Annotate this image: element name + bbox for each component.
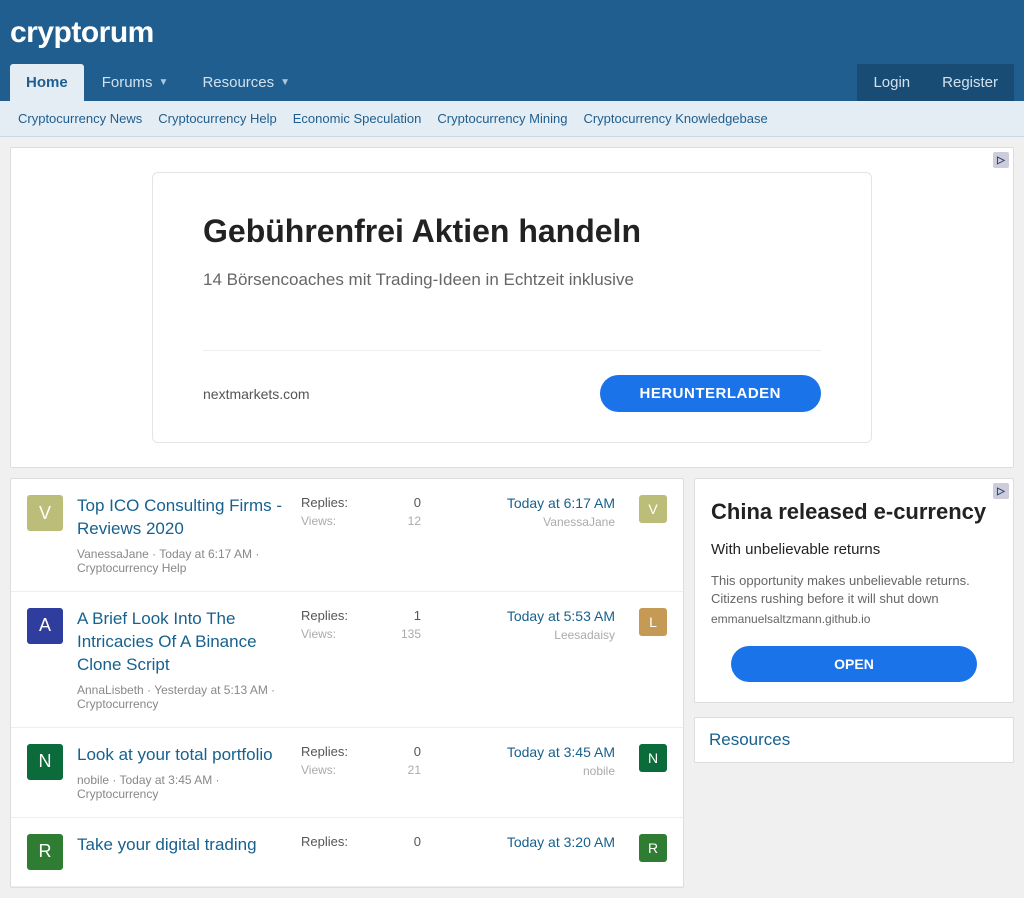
adchoices-icon[interactable]: ▷ — [993, 152, 1009, 168]
last-post-user[interactable]: nobile — [435, 764, 615, 778]
register-button[interactable]: Register — [926, 64, 1014, 101]
thread-stats: Replies: 0 Views: 21 — [301, 744, 421, 777]
top-ad-container: ▷ Gebührenfrei Aktien handeln 14 Börsenc… — [10, 147, 1014, 468]
side-ad-domain: emmanuelsaltzmann.github.io — [711, 612, 997, 626]
side-ad-cta-button[interactable]: OPEN — [731, 646, 977, 682]
thread-author[interactable]: nobile — [77, 773, 109, 787]
last-post-user[interactable]: VanessaJane — [435, 515, 615, 529]
subnav-item[interactable]: Cryptocurrency News — [10, 101, 150, 136]
thread-author[interactable]: AnnaLisbeth — [77, 683, 144, 697]
thread-meta: VanessaJane · Today at 6:17 AM · Cryptoc… — [77, 547, 287, 575]
replies-count: 0 — [414, 834, 421, 849]
thread-forum[interactable]: Cryptocurrency Help — [77, 561, 186, 575]
thread-row: V Top ICO Consulting Firms - Reviews 2020… — [11, 479, 683, 592]
thread-last-post: Today at 3:20 AM — [435, 834, 615, 850]
side-ad-title: China released e-currency — [711, 499, 997, 525]
views-count: 135 — [401, 627, 421, 641]
thread-last-post: Today at 6:17 AM VanessaJane — [435, 495, 615, 529]
subnav-item[interactable]: Economic Speculation — [285, 101, 430, 136]
tab-label: Resources — [202, 74, 274, 91]
chevron-down-icon: ▼ — [159, 77, 169, 88]
thread-row: R Take your digital trading Replies: 0 Today… — [11, 818, 683, 887]
views-count: 21 — [408, 763, 421, 777]
views-count: 12 — [408, 514, 421, 528]
replies-label: Replies: — [301, 495, 348, 510]
top-ad-card[interactable]: Gebührenfrei Aktien handeln 14 Börsencoa… — [152, 172, 872, 443]
login-button[interactable]: Login — [857, 64, 926, 101]
replies-label: Replies: — [301, 608, 348, 623]
last-post-time[interactable]: Today at 6:17 AM — [435, 495, 615, 511]
thread-time: Yesterday at 5:13 AM — [154, 683, 268, 697]
ad-cta-button[interactable]: HERUNTERLADEN — [600, 375, 822, 412]
tab-forums[interactable]: Forums ▼ — [86, 64, 185, 101]
thread-title[interactable]: Top ICO Consulting Firms - Reviews 2020 — [77, 496, 282, 538]
avatar[interactable]: N — [27, 744, 63, 780]
site-logo[interactable]: cryptorum — [10, 10, 1014, 64]
subnav-item[interactable]: Cryptocurrency Mining — [429, 101, 575, 136]
side-ad-body: This opportunity makes unbelievable retu… — [711, 572, 997, 608]
last-post-time[interactable]: Today at 5:53 AM — [435, 608, 615, 624]
thread-forum[interactable]: Cryptocurrency — [77, 697, 158, 711]
thread-title[interactable]: Take your digital trading — [77, 835, 257, 854]
avatar[interactable]: N — [639, 744, 667, 772]
thread-last-post: Today at 5:53 AM Leesadaisy — [435, 608, 615, 642]
thread-title[interactable]: Look at your total portfolio — [77, 745, 273, 764]
thread-meta: nobile · Today at 3:45 AM · Cryptocurren… — [77, 773, 287, 801]
avatar[interactable]: V — [639, 495, 667, 523]
replies-label: Replies: — [301, 744, 348, 759]
tab-home[interactable]: Home — [10, 64, 84, 101]
last-post-time[interactable]: Today at 3:20 AM — [435, 834, 615, 850]
replies-label: Replies: — [301, 834, 348, 849]
thread-meta: AnnaLisbeth · Yesterday at 5:13 AM · Cry… — [77, 683, 287, 711]
sub-nav: Cryptocurrency NewsCryptocurrency HelpEc… — [0, 101, 1024, 137]
thread-list: V Top ICO Consulting Firms - Reviews 2020… — [10, 478, 684, 888]
avatar[interactable]: A — [27, 608, 63, 644]
avatar[interactable]: R — [27, 834, 63, 870]
resources-heading[interactable]: Resources — [695, 718, 1013, 762]
avatar[interactable]: V — [27, 495, 63, 531]
subnav-item[interactable]: Cryptocurrency Help — [150, 101, 285, 136]
side-ad-container[interactable]: ▷ China released e-currency With unbelie… — [694, 478, 1014, 703]
last-post-user[interactable]: Leesadaisy — [435, 628, 615, 642]
views-label: Views: — [301, 627, 336, 641]
thread-time: Today at 3:45 AM — [119, 773, 212, 787]
avatar[interactable]: L — [639, 608, 667, 636]
tab-label: Forums — [102, 74, 153, 91]
resources-panel: Resources — [694, 717, 1014, 763]
thread-time: Today at 6:17 AM — [159, 547, 252, 561]
last-post-time[interactable]: Today at 3:45 AM — [435, 744, 615, 760]
adchoices-icon[interactable]: ▷ — [993, 483, 1009, 499]
ad-domain: nextmarkets.com — [203, 386, 310, 402]
thread-row: A A Brief Look Into The Intricacies Of A … — [11, 592, 683, 728]
side-ad-subtitle: With unbelievable returns — [711, 541, 997, 558]
ad-subtitle: 14 Börsencoaches mit Trading-Ideen in Ec… — [203, 270, 821, 290]
thread-author[interactable]: VanessaJane — [77, 547, 149, 561]
thread-row: N Look at your total portfolio nobile · To… — [11, 728, 683, 818]
thread-forum[interactable]: Cryptocurrency — [77, 787, 158, 801]
main-tabs: Home Forums ▼ Resources ▼ — [10, 64, 306, 101]
replies-count: 1 — [414, 608, 421, 623]
replies-count: 0 — [414, 495, 421, 510]
thread-last-post: Today at 3:45 AM nobile — [435, 744, 615, 778]
views-label: Views: — [301, 763, 336, 777]
tab-resources[interactable]: Resources ▼ — [186, 64, 306, 101]
tab-label: Home — [26, 74, 68, 91]
avatar[interactable]: R — [639, 834, 667, 862]
thread-stats: Replies: 1 Views: 135 — [301, 608, 421, 641]
replies-count: 0 — [414, 744, 421, 759]
thread-stats: Replies: 0 — [301, 834, 421, 849]
ad-title: Gebührenfrei Aktien handeln — [203, 213, 821, 250]
thread-stats: Replies: 0 Views: 12 — [301, 495, 421, 528]
subnav-item[interactable]: Cryptocurrency Knowledgebase — [575, 101, 775, 136]
thread-title[interactable]: A Brief Look Into The Intricacies Of A B… — [77, 609, 257, 674]
chevron-down-icon: ▼ — [280, 77, 290, 88]
views-label: Views: — [301, 514, 336, 528]
